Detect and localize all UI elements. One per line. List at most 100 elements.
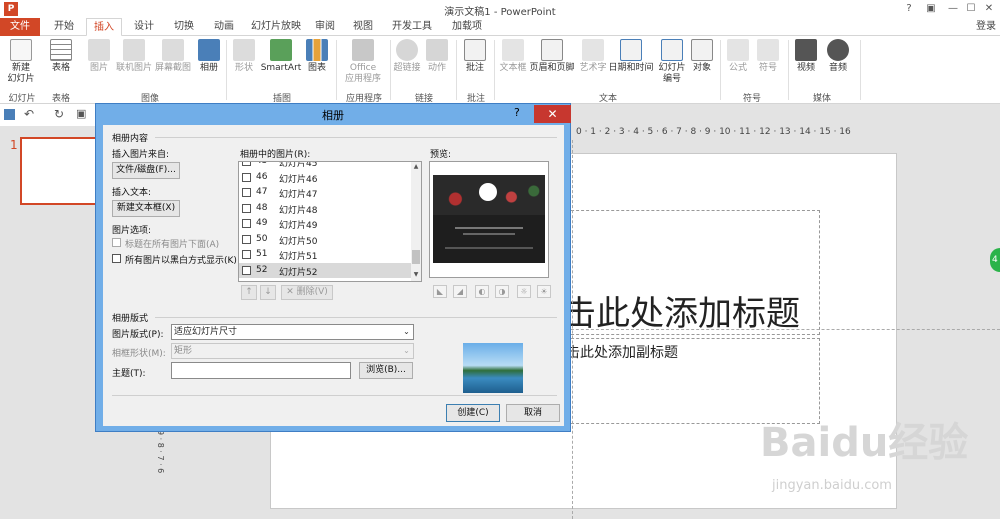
rotate-left-icon[interactable]: ◣ xyxy=(433,285,447,298)
tab-view[interactable]: 视图 xyxy=(346,18,380,36)
audio-button[interactable]: 音频 xyxy=(824,39,852,74)
list-item[interactable]: 46 幻灯片46 xyxy=(239,170,411,186)
picture-layout-select[interactable]: 适应幻灯片尺寸 ⌄ xyxy=(171,324,414,340)
tab-developer[interactable]: 开发工具 xyxy=(384,18,440,36)
file-disk-button[interactable]: 文件/磁盘(F)... xyxy=(112,162,180,179)
contrast-up-icon[interactable]: ◐ xyxy=(475,285,489,298)
video-button[interactable]: 视频 xyxy=(792,39,820,74)
list-item-checkbox[interactable] xyxy=(242,265,251,275)
textbox-button[interactable]: 文本框 xyxy=(498,39,528,74)
theme-input[interactable] xyxy=(171,362,351,379)
move-down-button[interactable]: ↓ xyxy=(260,285,276,300)
new-slide-button[interactable]: 新建 幻灯片 xyxy=(4,39,38,85)
dialog-close-button[interactable]: ✕ xyxy=(534,105,571,123)
list-item[interactable]: 50 幻灯片50 xyxy=(239,232,411,248)
shapes-button[interactable]: 形状 xyxy=(230,39,258,74)
tab-file[interactable]: 文件 xyxy=(0,18,40,36)
login-link[interactable]: 登录 xyxy=(976,18,996,36)
tab-design[interactable]: 设计 xyxy=(126,18,162,36)
close-window-icon[interactable]: ✕ xyxy=(980,1,998,16)
office-apps-label: Office 应用程序 xyxy=(344,63,381,84)
move-up-button[interactable]: ↑ xyxy=(241,285,257,300)
symbol-button[interactable]: 符号 xyxy=(754,39,782,74)
dialog-help-icon[interactable]: ? xyxy=(514,106,520,119)
tab-transitions[interactable]: 切换 xyxy=(166,18,202,36)
tab-insert[interactable]: 插入 xyxy=(86,18,122,37)
tab-home[interactable]: 开始 xyxy=(46,18,82,36)
tab-addins[interactable]: 加载项 xyxy=(444,18,490,36)
date-time-button[interactable]: 日期和时间 xyxy=(608,39,654,74)
list-item-checkbox[interactable] xyxy=(242,162,251,166)
list-item-checkbox[interactable] xyxy=(242,203,251,213)
office-apps-button[interactable]: Office 应用程序 xyxy=(340,39,386,85)
black-white-option-label: 所有图片以黑白方式显示(K) xyxy=(125,256,237,266)
list-item-checkbox[interactable] xyxy=(242,172,251,182)
photo-album-button[interactable]: 相册 xyxy=(196,39,222,74)
contrast-down-icon[interactable]: ◑ xyxy=(495,285,509,298)
scroll-down-icon[interactable]: ▼ xyxy=(412,271,420,279)
list-item[interactable]: 49 幻灯片49 xyxy=(239,216,411,232)
rotate-right-icon[interactable]: ◢ xyxy=(453,285,467,298)
layout-preview-image xyxy=(463,343,523,393)
list-item-selected[interactable]: 52 幻灯片52 xyxy=(239,262,411,278)
dialog-title-bar[interactable]: 相册 ? ✕ xyxy=(96,104,571,124)
quick-access-toolbar: ↶ ↻ ▣ xyxy=(0,104,100,126)
undo-icon[interactable]: ↶ xyxy=(24,107,34,121)
action-button[interactable]: 动作 xyxy=(424,39,450,74)
ribbon-display-icon[interactable]: ▣ xyxy=(922,1,940,16)
tab-animations[interactable]: 动画 xyxy=(206,18,242,36)
list-item[interactable]: 51 幻灯片51 xyxy=(239,247,411,263)
picture-layout-label: 图片版式(P): xyxy=(112,330,164,340)
brightness-up-icon[interactable]: ☼ xyxy=(517,285,531,298)
remove-button[interactable]: ✕ 删除(V) xyxy=(281,285,333,300)
table-button[interactable]: 表格 xyxy=(46,39,76,74)
chart-button[interactable]: 图表 xyxy=(304,39,330,74)
screenshot-button[interactable]: 屏幕截图 xyxy=(154,39,192,74)
frame-shape-select[interactable]: 矩形 ⌄ xyxy=(171,343,414,359)
header-footer-button[interactable]: 页眉和页脚 xyxy=(528,39,576,74)
smartart-button[interactable]: SmartArt xyxy=(260,39,302,74)
create-button[interactable]: 创建(C) xyxy=(446,404,500,422)
ribbon-tabs: 文件 开始 插入 设计 切换 动画 幻灯片放映 审阅 视图 开发工具 加载项 登… xyxy=(0,18,1000,37)
online-picture-button[interactable]: 联机图片 xyxy=(116,39,152,74)
maximize-icon[interactable]: ☐ xyxy=(962,1,980,16)
cancel-button[interactable]: 取消 xyxy=(506,404,560,422)
redo-icon[interactable]: ↻ xyxy=(54,107,64,121)
slide-number-button[interactable]: 幻灯片 编号 xyxy=(656,39,688,85)
caption-checkbox[interactable] xyxy=(112,238,121,247)
list-item-checkbox[interactable] xyxy=(242,219,251,228)
black-white-checkbox[interactable] xyxy=(112,254,121,263)
hyperlink-button[interactable]: 超链接 xyxy=(392,39,422,74)
screenshot-icon xyxy=(162,39,184,61)
save-icon[interactable] xyxy=(4,109,15,120)
list-item[interactable]: 47 幻灯片47 xyxy=(239,185,411,201)
comment-button[interactable]: 批注 xyxy=(460,39,490,74)
new-textbox-button[interactable]: 新建文本框(X) xyxy=(112,200,180,217)
object-button[interactable]: 对象 xyxy=(688,39,716,74)
list-item-number: 52 xyxy=(256,264,268,275)
browse-button[interactable]: 浏览(B)... xyxy=(359,362,413,379)
scroll-thumb[interactable] xyxy=(412,250,420,264)
wordart-button[interactable]: 艺术字 xyxy=(576,39,610,74)
list-item[interactable]: 45 幻灯片45 xyxy=(239,162,411,170)
album-picture-list[interactable]: 45 幻灯片45 46 幻灯片46 47 幻灯片47 48 幻灯片48 49 幻灯片49 … xyxy=(238,161,422,282)
minimize-icon[interactable]: — xyxy=(944,1,962,16)
title-placeholder-text: 击此处添加标题 xyxy=(562,294,800,334)
equation-label: 公式 xyxy=(728,63,747,73)
smartart-label: SmartArt xyxy=(260,63,302,73)
list-item[interactable]: 48 幻灯片48 xyxy=(239,201,411,217)
list-item-checkbox[interactable] xyxy=(242,250,251,259)
scroll-up-icon[interactable]: ▲ xyxy=(412,163,420,171)
tab-review[interactable]: 审阅 xyxy=(308,18,342,36)
equation-button[interactable]: 公式 xyxy=(724,39,752,74)
tab-slideshow[interactable]: 幻灯片放映 xyxy=(246,18,306,36)
list-item-checkbox[interactable] xyxy=(242,188,251,197)
presentation-icon[interactable]: ▣ xyxy=(76,107,86,120)
help-icon[interactable]: ? xyxy=(900,1,918,16)
side-floating-badge[interactable]: 4 xyxy=(990,248,1000,272)
group-separator xyxy=(860,40,861,100)
brightness-down-icon[interactable]: ☀ xyxy=(537,285,551,298)
list-scrollbar[interactable]: ▲ ▼ xyxy=(411,162,421,281)
picture-button[interactable]: 图片 xyxy=(84,39,114,74)
list-item-checkbox[interactable] xyxy=(242,234,251,244)
